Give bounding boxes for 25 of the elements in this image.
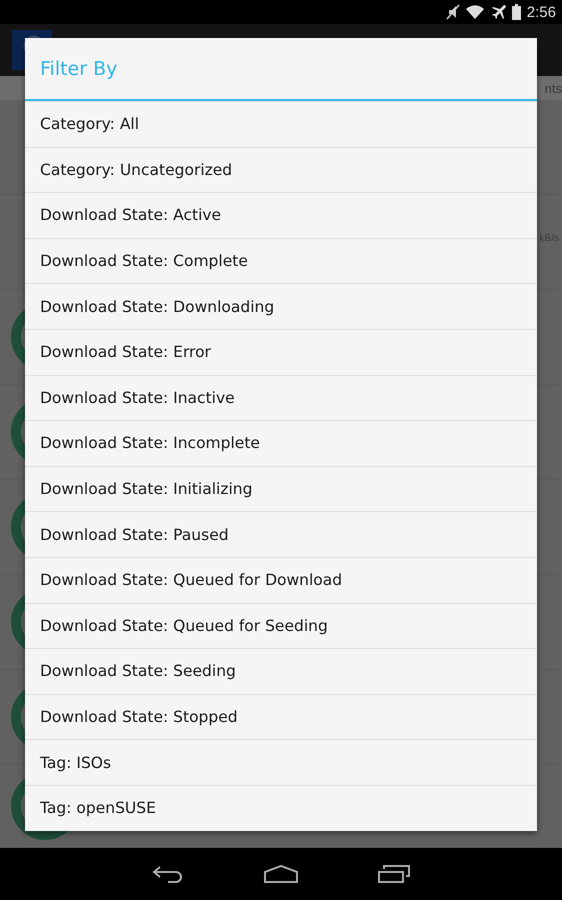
filter-option[interactable]: Download State: Initializing	[25, 466, 537, 512]
filter-option[interactable]: Download State: Stopped	[25, 694, 537, 740]
filter-option[interactable]: Download State: Paused	[25, 511, 537, 557]
clock-time: 2:56	[526, 4, 556, 20]
recent-apps-icon[interactable]	[378, 865, 410, 883]
filter-option[interactable]: Download State: Inactive	[25, 374, 537, 420]
mute-icon	[446, 4, 460, 20]
filter-option[interactable]: Tag: openSUSE	[25, 784, 537, 830]
filter-option[interactable]: Category: Uncategorized	[25, 146, 537, 192]
filter-option[interactable]: Download State: Downloading	[25, 283, 537, 329]
filter-option[interactable]: Tag: ISOs	[25, 739, 537, 785]
filter-option[interactable]: Download State: Complete	[25, 238, 537, 284]
battery-icon	[512, 4, 521, 20]
home-icon[interactable]	[264, 865, 298, 883]
filter-option[interactable]: Download State: Active	[25, 192, 537, 238]
filter-option[interactable]: Download State: Error	[25, 328, 537, 375]
filter-option[interactable]: Download State: Queued for Seeding	[25, 602, 537, 648]
filter-option[interactable]: Download State: Seeding	[25, 648, 537, 694]
filter-option[interactable]: Download State: Queued for Download	[25, 556, 537, 603]
filter-option[interactable]: Category: All	[25, 101, 537, 147]
filter-option[interactable]: Download State: Incomplete	[25, 420, 537, 466]
wifi-icon	[466, 5, 484, 19]
airplane-icon	[490, 4, 506, 20]
dialog-title: Filter By	[25, 38, 537, 101]
back-icon[interactable]	[152, 865, 184, 883]
